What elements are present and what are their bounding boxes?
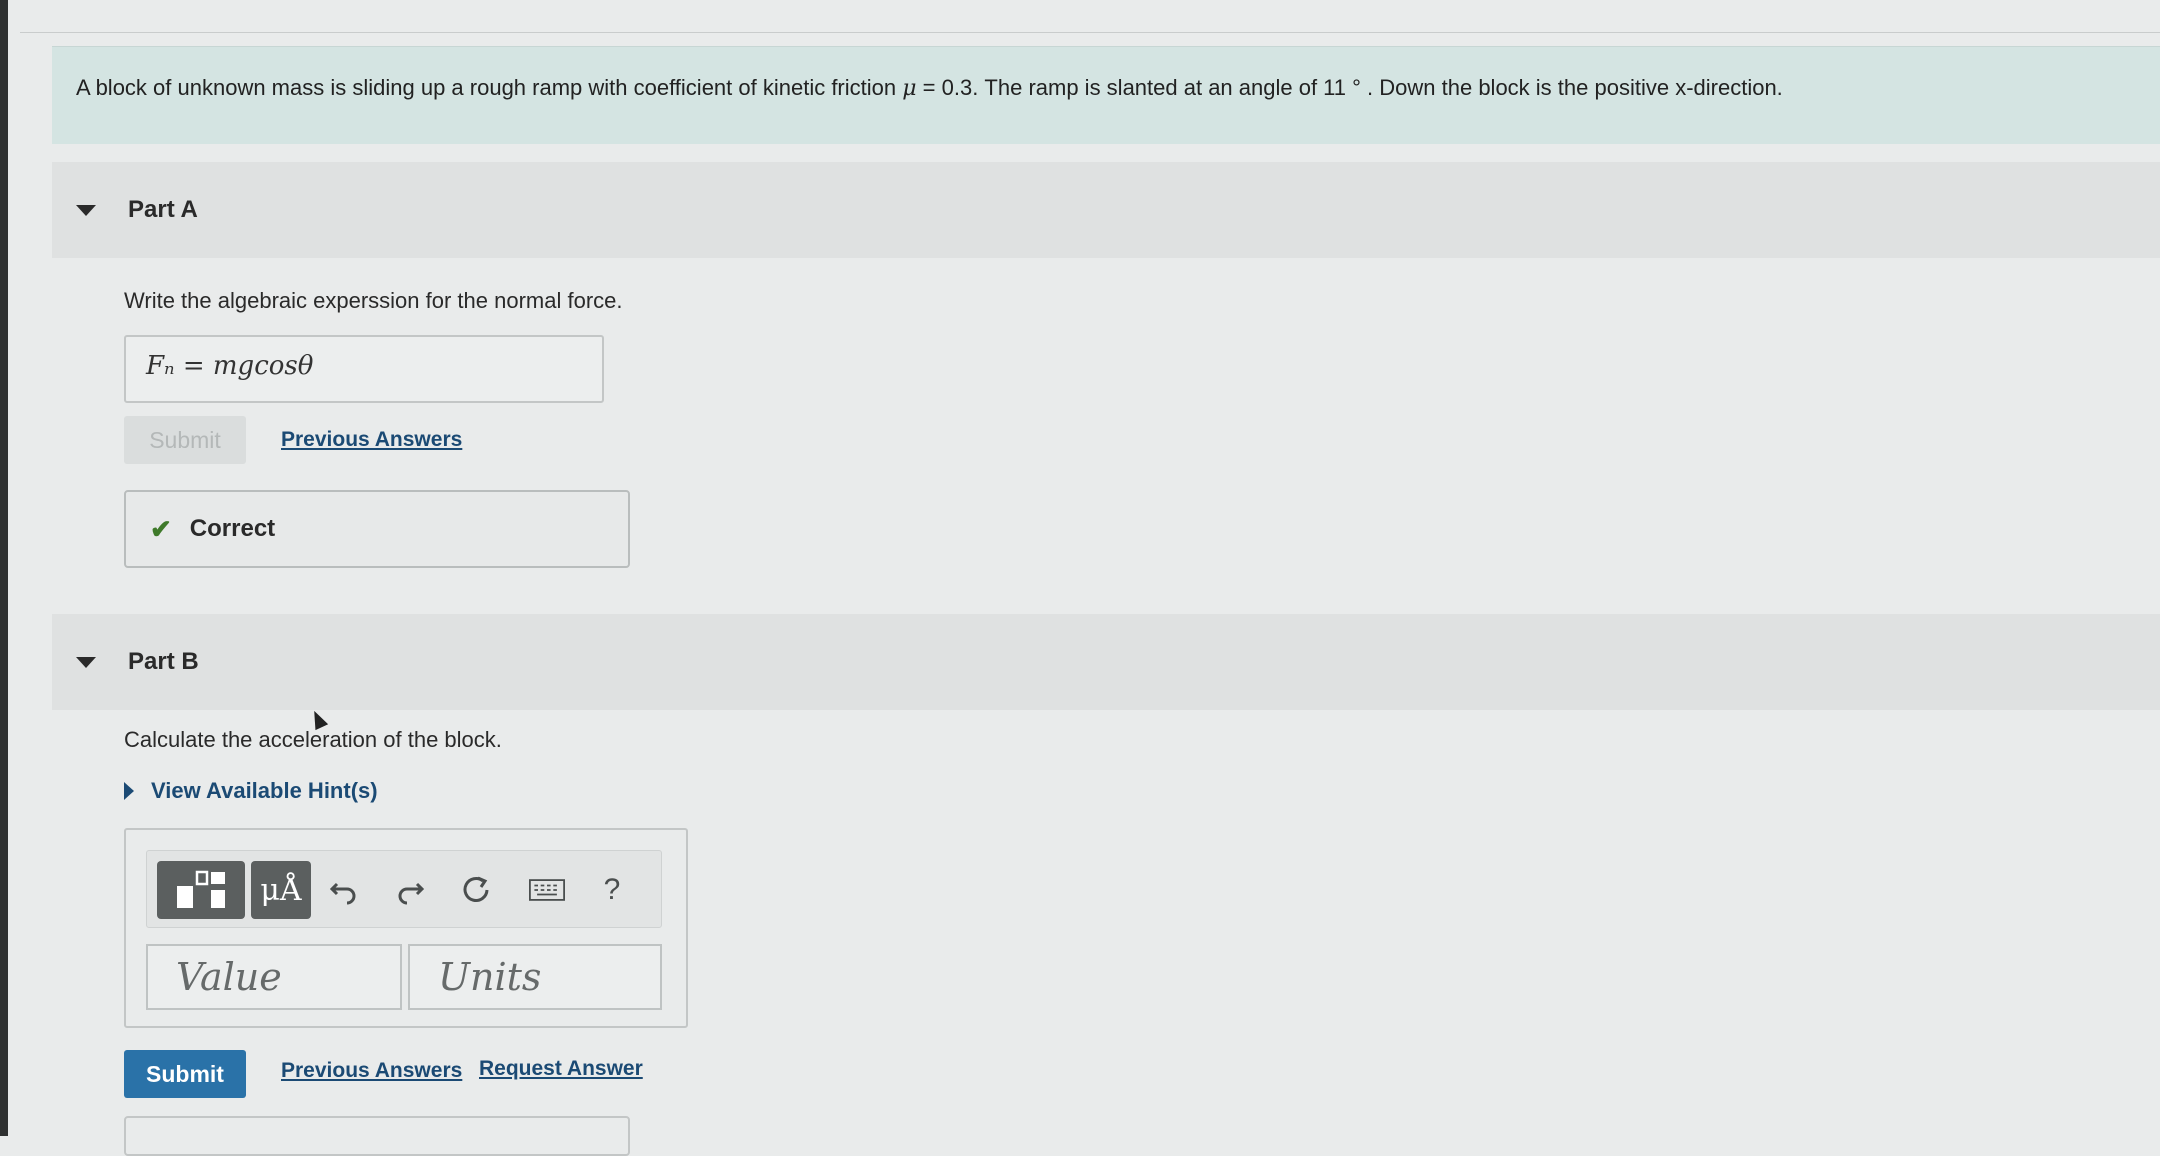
- part-a-prompt: Write the algebraic experssion for the n…: [124, 288, 623, 313]
- view-hints-link[interactable]: View Available Hint(s): [151, 778, 378, 804]
- part-a-previous-answers-link[interactable]: Previous Answers: [281, 428, 462, 452]
- redo-icon: [398, 882, 425, 905]
- reset-button[interactable]: [451, 861, 501, 919]
- part-b-header[interactable]: Part B: [52, 614, 2160, 710]
- answer-editor: μÅ ? Value Units: [124, 828, 688, 1028]
- reset-icon: [463, 876, 489, 902]
- part-a-submit-button[interactable]: Submit: [124, 416, 246, 464]
- keyboard-icon: [529, 879, 565, 901]
- value-input[interactable]: Value: [146, 944, 402, 1010]
- part-b-submit-button[interactable]: Submit: [124, 1050, 246, 1098]
- part-a-answer-value: Fₙ = mgcosθ: [146, 351, 314, 381]
- part-a-title: Part A: [128, 196, 198, 223]
- part-a-answer-field[interactable]: Fₙ = mgcosθ: [124, 335, 604, 403]
- part-b-prompt: Calculate the acceleration of the block.: [124, 727, 502, 752]
- part-a-header[interactable]: Part A: [52, 162, 2160, 258]
- part-b-feedback-box: [124, 1116, 630, 1156]
- request-answer-link[interactable]: Request Answer: [479, 1057, 643, 1081]
- feedback-text: Correct: [189, 515, 276, 542]
- units-input[interactable]: Units: [408, 944, 662, 1010]
- problem-text-2: = 0.3. The ramp is slanted at an angle o…: [916, 75, 1783, 100]
- checkmark-icon: ✔: [150, 513, 172, 544]
- mu-symbol: μ: [902, 76, 917, 101]
- part-a-feedback: ✔ Correct: [124, 490, 630, 568]
- collapse-arrow-icon[interactable]: [76, 205, 96, 216]
- templates-icon: [177, 870, 225, 908]
- expand-arrow-icon[interactable]: [124, 782, 134, 800]
- undo-icon: [329, 882, 356, 905]
- help-button[interactable]: ?: [587, 861, 637, 919]
- templates-button[interactable]: [157, 861, 245, 919]
- undo-button[interactable]: [319, 861, 369, 919]
- window-edge: [0, 0, 8, 1136]
- problem-text-1: A block of unknown mass is sliding up a …: [76, 75, 903, 100]
- part-b-previous-answers-link[interactable]: Previous Answers: [281, 1059, 462, 1083]
- units-button[interactable]: μÅ: [251, 861, 311, 919]
- keyboard-button[interactable]: [517, 861, 577, 919]
- part-b-title: Part B: [128, 648, 199, 675]
- editor-toolbar: μÅ ?: [146, 850, 662, 928]
- redo-button[interactable]: [385, 861, 435, 919]
- collapse-arrow-icon[interactable]: [76, 657, 96, 668]
- top-divider: [20, 32, 2160, 33]
- problem-statement: A block of unknown mass is sliding up a …: [52, 46, 2160, 144]
